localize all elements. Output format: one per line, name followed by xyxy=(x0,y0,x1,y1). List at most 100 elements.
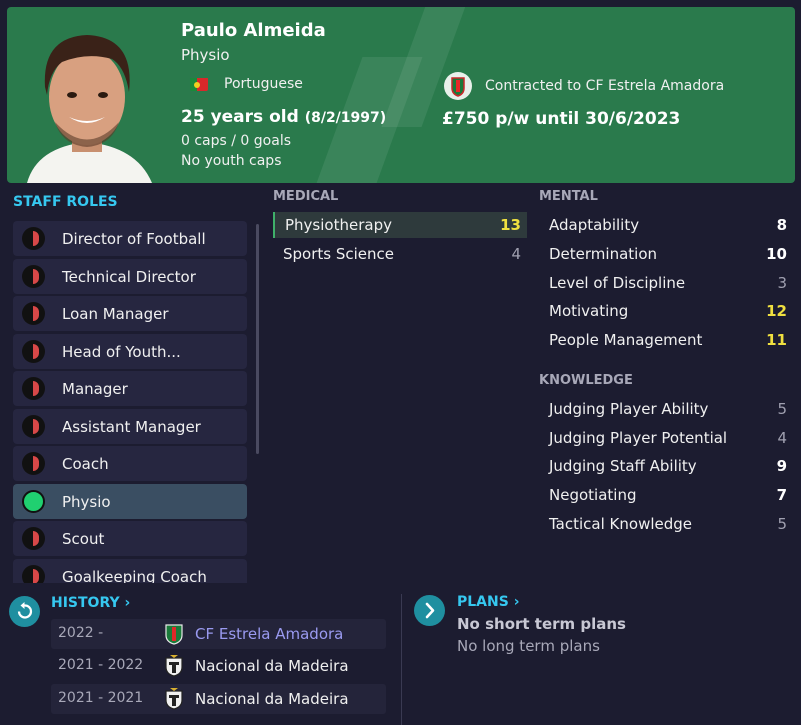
staff-roles-title: STAFF ROLES xyxy=(13,194,118,210)
role-rating-icon xyxy=(22,452,45,475)
section-divider xyxy=(401,594,402,725)
history-years: 2021 - 2021 xyxy=(58,690,144,706)
role-rating-icon xyxy=(22,490,45,513)
attribute-value: 5 xyxy=(777,515,787,533)
attribute-label: Physiotherapy xyxy=(285,216,392,234)
attribute-value: 5 xyxy=(777,400,787,418)
role-item-loan-manager[interactable]: Loan Manager xyxy=(13,296,247,331)
attribute-label: Adaptability xyxy=(549,216,640,234)
role-label: Technical Director xyxy=(62,268,196,286)
history-club-link[interactable]: CF Estrela Amadora xyxy=(195,625,343,643)
attribute-label: Motivating xyxy=(549,302,629,320)
staff-role: Physio xyxy=(181,46,230,64)
history-row[interactable]: 2021 - 2021 Nacional da Madeira xyxy=(51,684,386,714)
history-club-link[interactable]: Nacional da Madeira xyxy=(195,657,349,675)
attribute-value: 7 xyxy=(776,486,787,504)
attribute-label: Judging Staff Ability xyxy=(549,457,697,475)
date-of-birth: (8/2/1997) xyxy=(304,110,387,126)
history-link[interactable]: HISTORY › xyxy=(51,595,130,611)
plans-title: PLANS xyxy=(457,594,509,610)
attribute-row-tactical-knowledge[interactable]: Tactical Knowledge 5 xyxy=(539,511,793,537)
role-label: Scout xyxy=(62,530,105,548)
attribute-row-determination[interactable]: Determination 10 xyxy=(539,241,793,267)
nacional-badge-icon xyxy=(165,688,183,710)
attribute-value: 8 xyxy=(776,216,787,234)
age: 25 years old xyxy=(181,107,299,127)
history-years: 2021 - 2022 xyxy=(58,657,144,673)
attribute-row-judging-player-ability[interactable]: Judging Player Ability 5 xyxy=(539,396,793,422)
role-rating-icon xyxy=(22,377,45,400)
staff-name: Paulo Almeida xyxy=(181,20,326,41)
role-label: Manager xyxy=(62,380,128,398)
role-rating-icon xyxy=(22,565,45,583)
role-rating-icon xyxy=(22,265,45,288)
role-label: Coach xyxy=(62,455,109,473)
attribute-row-judging-player-potential[interactable]: Judging Player Potential 4 xyxy=(539,425,793,451)
role-item-assistant-manager[interactable]: Assistant Manager xyxy=(13,409,247,444)
role-rating-icon xyxy=(22,415,45,438)
attribute-row-sports-science[interactable]: Sports Science 4 xyxy=(273,241,527,267)
contract-club-link[interactable]: Contracted to CF Estrela Amadora xyxy=(485,78,724,94)
attribute-row-negotiating[interactable]: Negotiating 7 xyxy=(539,482,793,508)
long-term-plans: No long term plans xyxy=(457,637,600,655)
history-row[interactable]: 2022 - CF Estrela Amadora xyxy=(51,619,386,649)
international-caps: 0 caps / 0 goals xyxy=(181,133,292,149)
attribute-row-adaptability[interactable]: Adaptability 8 xyxy=(539,212,793,238)
role-item-technical-director[interactable]: Technical Director xyxy=(13,259,247,294)
role-item-physio[interactable]: Physio xyxy=(13,484,247,519)
mental-title: MENTAL xyxy=(539,189,598,204)
role-label: Physio xyxy=(62,493,111,511)
medical-title: MEDICAL xyxy=(273,189,339,204)
role-label: Director of Football xyxy=(62,230,206,248)
attribute-row-level-of-discipline[interactable]: Level of Discipline 3 xyxy=(539,270,793,296)
nacional-badge-icon xyxy=(165,655,183,677)
attribute-value: 10 xyxy=(766,245,787,263)
role-label: Head of Youth... xyxy=(62,343,181,361)
history-club-link[interactable]: Nacional da Madeira xyxy=(195,690,349,708)
attribute-label: Determination xyxy=(549,245,658,263)
roles-scrollbar[interactable] xyxy=(256,224,259,454)
nationality-link[interactable]: Portuguese xyxy=(224,76,303,92)
history-icon[interactable] xyxy=(9,596,40,627)
role-rating-icon xyxy=(22,340,45,363)
history-title: HISTORY xyxy=(51,595,120,611)
club-badge-icon[interactable] xyxy=(444,72,472,100)
profile-header: Paulo Almeida Physio Portuguese 25 years… xyxy=(7,7,795,183)
role-item-director-of-football[interactable]: Director of Football xyxy=(13,221,247,256)
history-row[interactable]: 2021 - 2022 Nacional da Madeira xyxy=(51,651,386,681)
attribute-label: Tactical Knowledge xyxy=(549,515,692,533)
portugal-flag-icon xyxy=(190,77,208,91)
role-rating-icon xyxy=(22,527,45,550)
role-rating-icon xyxy=(22,227,45,250)
role-item-manager[interactable]: Manager xyxy=(13,371,247,406)
attribute-row-motivating[interactable]: Motivating 12 xyxy=(539,298,793,324)
plans-arrow-icon[interactable] xyxy=(414,595,445,626)
chevron-right-icon: › xyxy=(513,594,520,610)
role-item-head-of-youth[interactable]: Head of Youth... xyxy=(13,334,247,369)
short-term-plans: No short term plans xyxy=(457,615,626,633)
chevron-right-icon: › xyxy=(124,595,131,611)
attribute-row-people-management[interactable]: People Management 11 xyxy=(539,327,793,353)
role-label: Loan Manager xyxy=(62,305,169,323)
attribute-label: Judging Player Potential xyxy=(549,429,728,447)
attribute-value: 4 xyxy=(777,429,787,447)
attribute-value: 4 xyxy=(511,245,521,263)
role-rating-icon xyxy=(22,302,45,325)
attribute-value: 12 xyxy=(766,302,787,320)
age-line: 25 years old (8/2/1997) xyxy=(181,107,386,127)
youth-caps: No youth caps xyxy=(181,153,282,169)
attribute-value: 13 xyxy=(500,216,521,234)
plans-link[interactable]: PLANS › xyxy=(457,594,519,610)
role-item-coach[interactable]: Coach xyxy=(13,446,247,481)
role-item-scout[interactable]: Scout xyxy=(13,521,247,556)
attribute-label: Level of Discipline xyxy=(549,274,686,292)
attribute-row-judging-staff-ability[interactable]: Judging Staff Ability 9 xyxy=(539,453,793,479)
role-item-goalkeeping-coach[interactable]: Goalkeeping Coach xyxy=(13,559,247,583)
history-years: 2022 - xyxy=(58,625,104,641)
role-label: Goalkeeping Coach xyxy=(62,568,207,583)
attribute-label: Judging Player Ability xyxy=(549,400,709,418)
role-label: Assistant Manager xyxy=(62,418,201,436)
staff-portrait xyxy=(17,17,162,183)
attribute-row-physiotherapy[interactable]: Physiotherapy 13 xyxy=(273,212,527,238)
staff-roles-list: Director of Football Technical Director … xyxy=(13,221,249,583)
